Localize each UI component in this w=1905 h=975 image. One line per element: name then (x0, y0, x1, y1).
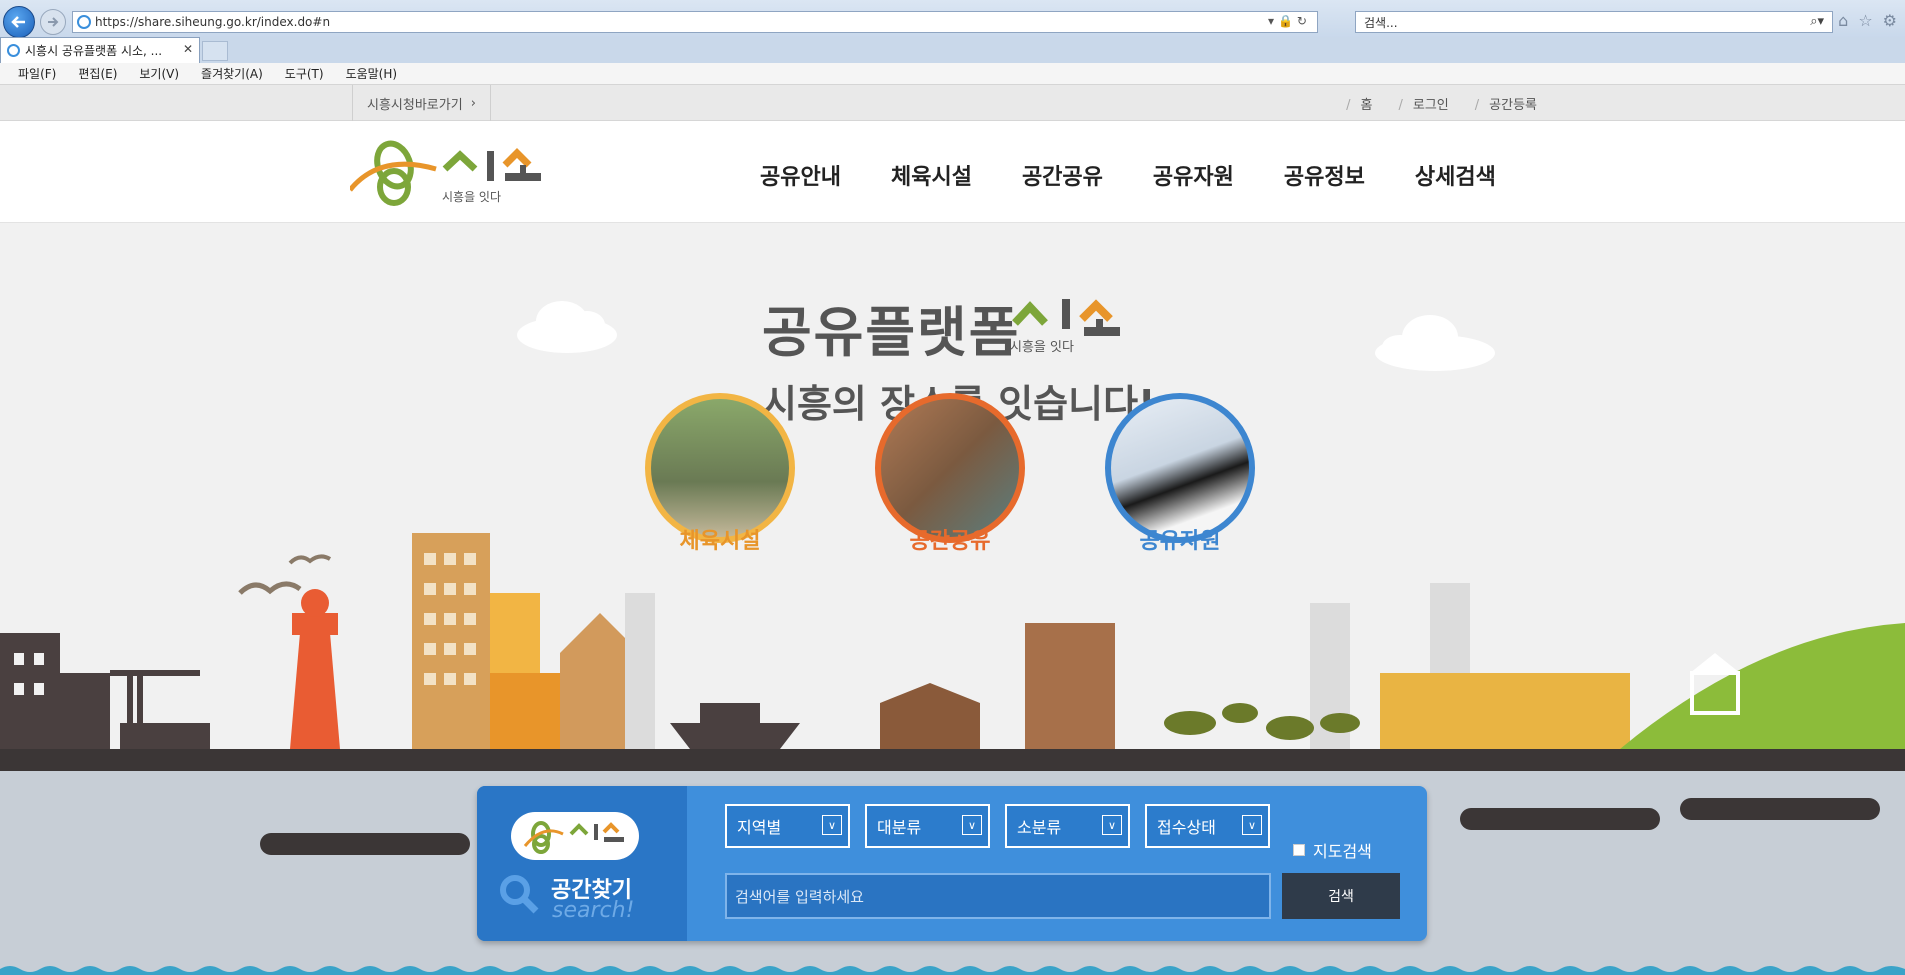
chevron-right-icon: › (470, 95, 476, 111)
nav-space-share[interactable]: 공간공유 (1022, 159, 1103, 191)
chevron-down-icon: ∨ (1102, 815, 1122, 835)
menu-favorites[interactable]: 즐겨찾기(A) (201, 65, 263, 82)
map-search-checkbox[interactable]: 지도검색 (1293, 838, 1372, 862)
forward-button[interactable] (40, 9, 66, 35)
lock-refresh-icon[interactable]: ▾🔒↻ (1268, 14, 1311, 28)
home-link[interactable]: 홈 (1346, 94, 1373, 113)
space-share-label[interactable]: 공간공유 (870, 523, 1030, 555)
chevron-down-icon: ∨ (822, 815, 842, 835)
search-icon[interactable]: ⌕▾ (1810, 14, 1824, 29)
shared-resources-circle[interactable] (1105, 393, 1255, 543)
minor-category-label: 소분류 (1017, 818, 1062, 837)
checkbox-box[interactable] (1293, 844, 1305, 856)
hero-logo-tagline: 시흥을 잇다 (1010, 340, 1074, 355)
address-bar[interactable]: https://share.siheung.go.kr/index.do#n ▾… (72, 11, 1318, 33)
tab-strip: 시흥시 공유플랫폼 시소, ... ✕ (0, 37, 1905, 63)
region-select[interactable]: 지역별 ∨ (725, 804, 850, 848)
keyword-placeholder: 검색어를 입력하세요 (735, 887, 864, 906)
home-icon[interactable]: ⌂ (1838, 11, 1848, 30)
hero-section: 공유플랫폼 시흥을 잇다 시흥의 장소를 잇습니다! (0, 223, 1905, 975)
region-select-label: 지역별 (737, 818, 782, 837)
main-nav: 공유안내 체육시설 공간공유 공유자원 공유정보 상세검색 (760, 159, 1496, 191)
hero-logo: 시흥을 잇다 (1010, 299, 1120, 355)
minor-category-select[interactable]: 소분류 ∨ (1005, 804, 1130, 848)
keyword-input[interactable]: 검색어를 입력하세요 (725, 873, 1271, 919)
search-panel-brand: 공간찾기 search! (477, 786, 687, 941)
menu-help[interactable]: 도움말(H) (346, 65, 398, 82)
cloud-decoration-2 (1375, 315, 1495, 371)
sports-facility-circle[interactable] (645, 393, 795, 543)
city-hall-link[interactable]: 시흥시청바로가기 › (352, 85, 491, 121)
chevron-down-icon: ∨ (1242, 815, 1262, 835)
major-category-select[interactable]: 대분류 ∨ (865, 804, 990, 848)
settings-gear-icon[interactable]: ⚙ (1883, 11, 1897, 30)
favorites-star-icon[interactable]: ☆ (1858, 11, 1872, 30)
nav-sports[interactable]: 체육시설 (891, 159, 972, 191)
ie-tab-icon (7, 44, 20, 57)
back-arrow-icon (11, 16, 25, 28)
tab-title: 시흥시 공유플랫폼 시소, ... (25, 44, 163, 58)
cloud-decoration (517, 301, 617, 353)
close-tab-icon[interactable]: ✕ (183, 42, 193, 56)
nav-info[interactable]: 공유정보 (1284, 159, 1365, 191)
map-search-label: 지도검색 (1313, 842, 1372, 861)
search-panel-title-en: search! (552, 898, 635, 923)
menu-bar: 파일(F) 편집(E) 보기(V) 즐겨찾기(A) 도구(T) 도움말(H) (0, 63, 1905, 85)
site-header: 시흥을 잇다 공유안내 체육시설 공간공유 공유자원 공유정보 상세검색 (0, 121, 1905, 223)
wave-border (0, 966, 1905, 975)
register-space-link[interactable]: 공간등록 (1475, 94, 1537, 113)
new-tab-button[interactable] (202, 41, 228, 61)
utility-bar: 시흥시청바로가기 › 홈 로그인 공간등록 (0, 85, 1905, 121)
search-magnifier-icon (500, 875, 539, 914)
browser-search-input[interactable]: 검색... ⌕▾ (1355, 11, 1833, 33)
nav-resources[interactable]: 공유자원 (1153, 159, 1234, 191)
major-category-label: 대분류 (877, 818, 922, 837)
nav-detail-search[interactable]: 상세검색 (1415, 159, 1496, 191)
menu-file[interactable]: 파일(F) (18, 65, 56, 82)
forward-arrow-icon (48, 17, 59, 27)
browser-search-placeholder: 검색... (1364, 15, 1398, 30)
back-button[interactable] (3, 6, 35, 38)
ie-icon (77, 15, 91, 29)
space-search-panel: 공간찾기 search! 지역별 ∨ 대분류 ∨ 소분류 ∨ 접수상태 ∨ 지도… (477, 786, 1427, 941)
space-share-circle[interactable] (875, 393, 1025, 543)
menu-view[interactable]: 보기(V) (139, 65, 179, 82)
status-select[interactable]: 접수상태 ∨ (1145, 804, 1270, 848)
city-hall-label: 시흥시청바로가기 (367, 97, 463, 113)
shared-resources-label[interactable]: 공유자원 (1100, 523, 1260, 555)
browser-tab[interactable]: 시흥시 공유플랫폼 시소, ... ✕ (0, 37, 200, 63)
sports-facility-label[interactable]: 체육시설 (640, 523, 800, 555)
search-panel-logo (511, 812, 639, 860)
address-url: https://share.siheung.go.kr/index.do#n (95, 15, 331, 29)
chevron-down-icon: ∨ (962, 815, 982, 835)
site-logo[interactable]: 시흥을 잇다 (350, 135, 550, 211)
login-link[interactable]: 로그인 (1398, 94, 1449, 113)
status-select-label: 접수상태 (1157, 818, 1216, 837)
logo-tagline: 시흥을 잇다 (442, 190, 501, 204)
cityscape-illustration (0, 533, 1905, 783)
nav-guide[interactable]: 공유안내 (760, 159, 841, 191)
hero-title: 공유플랫폼 (762, 301, 1021, 364)
menu-tools[interactable]: 도구(T) (285, 65, 324, 82)
menu-edit[interactable]: 편집(E) (78, 65, 117, 82)
search-button[interactable]: 검색 (1282, 873, 1400, 919)
